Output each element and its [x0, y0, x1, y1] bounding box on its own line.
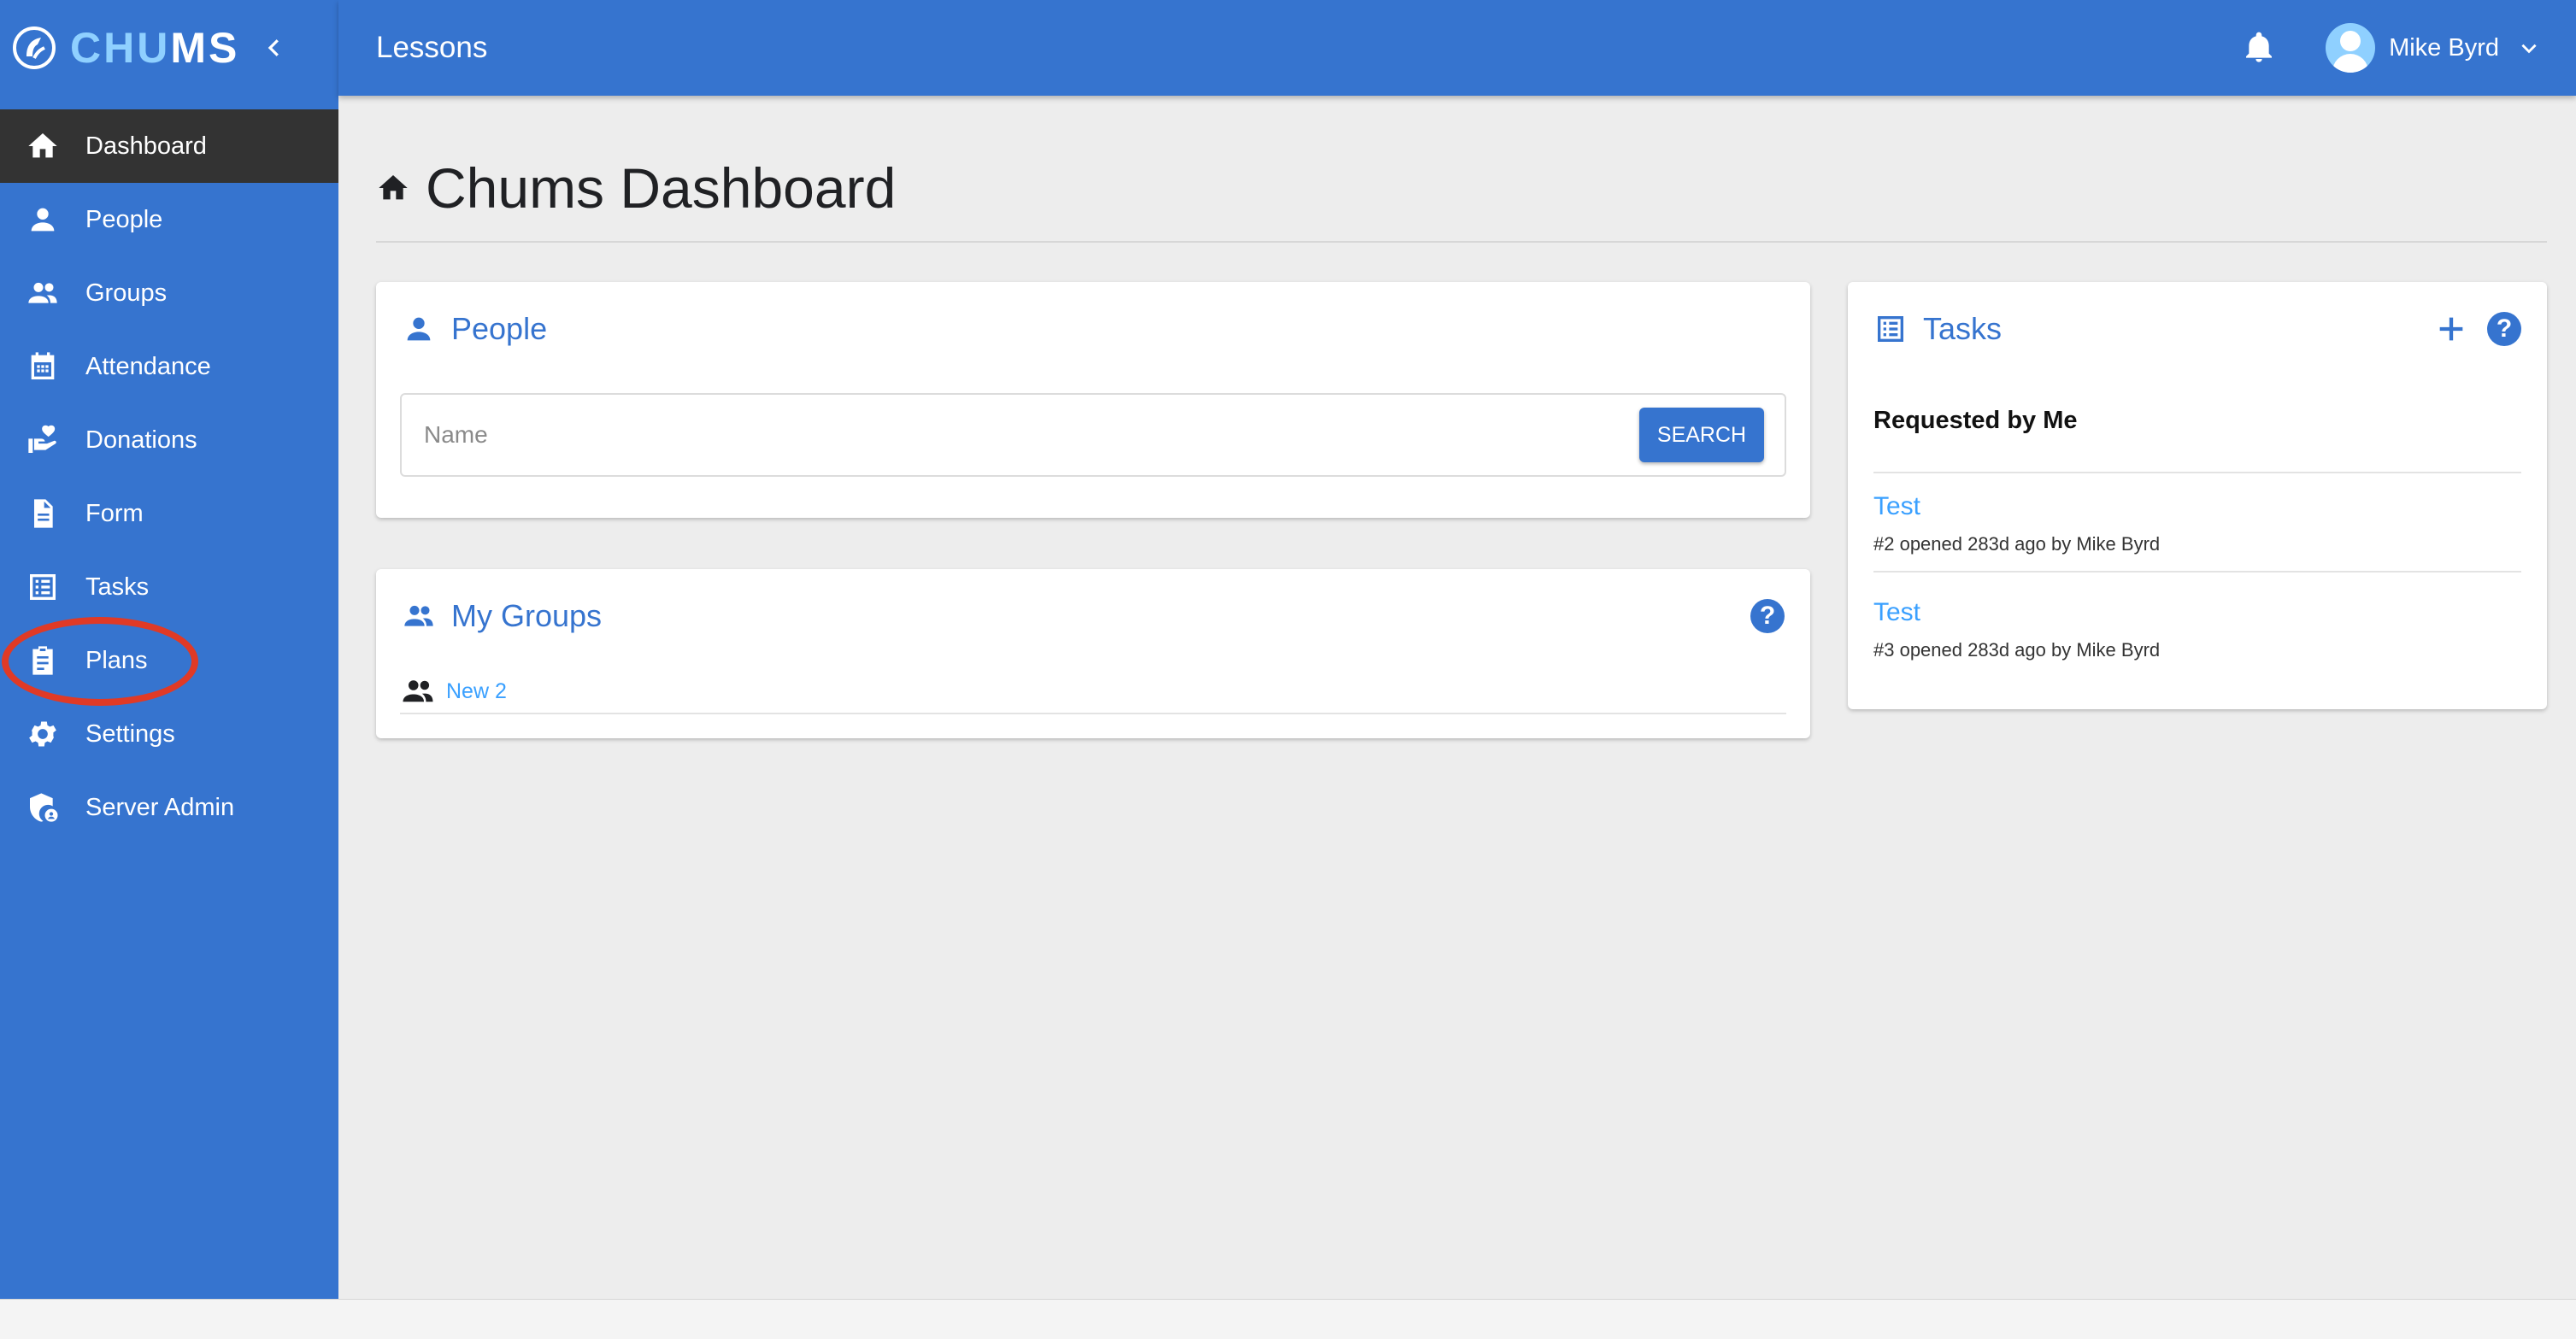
tasks-actions: ? [2434, 312, 2521, 346]
sidebar-item-label: People [85, 205, 163, 233]
list-item: Test #3 opened 283d ago by Mike Byrd [1873, 598, 2521, 661]
calendar-icon [26, 349, 60, 384]
sidebar-item-plans[interactable]: Plans [0, 624, 338, 697]
task-link[interactable]: Test [1873, 492, 2521, 521]
people-search-box: SEARCH [400, 393, 1786, 477]
name-search-input[interactable] [422, 420, 1639, 449]
my-groups-card: My Groups ? New 2 [376, 569, 1810, 738]
home-icon [26, 129, 60, 163]
notifications-bell-icon[interactable] [2242, 31, 2276, 65]
sidebar-item-attendance[interactable]: Attendance [0, 330, 338, 403]
sidebar-item-server-admin[interactable]: Server Admin [0, 771, 338, 844]
app-bar-title: Lessons [376, 31, 488, 64]
document-icon [26, 496, 60, 531]
chevron-down-icon [2521, 44, 2537, 54]
shield-admin-icon [26, 790, 60, 825]
list-icon [26, 570, 60, 604]
help-icon[interactable]: ? [2487, 312, 2521, 346]
sidebar-nav: Dashboard People Groups Attendance Donat… [0, 109, 338, 844]
tasks-subheading: Requested by Me [1873, 407, 2078, 434]
sidebar-item-label: Settings [85, 719, 175, 748]
group-icon [403, 680, 433, 702]
app-bar-actions: Mike Byrd [2242, 23, 2540, 73]
search-button[interactable]: SEARCH [1639, 408, 1764, 462]
list-item: Test #2 opened 283d ago by Mike Byrd [1873, 492, 2521, 573]
sidebar-item-label: Groups [85, 279, 168, 307]
task-meta: #2 opened 283d ago by Mike Byrd [1873, 533, 2161, 555]
sidebar-item-groups[interactable]: Groups [0, 256, 338, 330]
user-name: Mike Byrd [2389, 33, 2499, 62]
sidebar-item-label: Dashboard [85, 132, 207, 160]
user-menu[interactable]: Mike Byrd [2326, 23, 2540, 73]
person-icon [26, 203, 60, 237]
title-divider [376, 241, 2547, 243]
collapse-sidebar-chevron-icon[interactable] [262, 35, 287, 61]
sidebar-item-form[interactable]: Form [0, 477, 338, 550]
avatar [2326, 23, 2376, 73]
chums-logo-icon [13, 26, 56, 69]
my-groups-actions: ? [1750, 599, 1785, 633]
tasks-card: Tasks ? Requested by Me Test #2 opened 2… [1848, 282, 2547, 709]
donation-icon [26, 423, 60, 457]
sidebar-item-label: Server Admin [85, 793, 235, 821]
window-bottom-edge [0, 1299, 2576, 1339]
brand-logo-text: CHUMS [70, 24, 240, 72]
page-title: Chums Dashboard [376, 156, 896, 220]
sidebar-item-donations[interactable]: Donations [0, 403, 338, 477]
clipboard-icon [26, 643, 60, 678]
sidebar-item-label: Plans [85, 646, 148, 674]
sidebar-item-label: Attendance [85, 352, 211, 380]
gear-icon [26, 717, 60, 751]
task-link[interactable]: Test [1873, 598, 2521, 627]
tasks-card-header: Tasks ? [1848, 282, 2547, 376]
add-task-plus-icon[interactable] [2434, 312, 2468, 346]
group-link[interactable]: New 2 [446, 679, 507, 704]
sidebar-item-dashboard[interactable]: Dashboard [0, 109, 338, 183]
sidebar: CHUMS Dashboard People Groups Attendance… [0, 0, 338, 1299]
top-app-bar: Lessons Mike Byrd [338, 0, 2576, 96]
person-icon [407, 317, 431, 341]
sidebar-item-settings[interactable]: Settings [0, 697, 338, 771]
brand-header: CHUMS [0, 0, 338, 96]
sidebar-item-label: Tasks [85, 573, 150, 601]
my-groups-card-header: My Groups ? [376, 569, 1810, 663]
tasks-divider [1873, 472, 2521, 473]
people-card-header: People [376, 282, 1810, 376]
sidebar-item-label: Form [85, 499, 144, 527]
people-card-title: People [451, 311, 548, 346]
home-icon [379, 175, 408, 200]
task-meta: #3 opened 283d ago by Mike Byrd [1873, 639, 2161, 661]
my-groups-card-title: My Groups [451, 598, 603, 633]
group-icon [404, 605, 433, 626]
tasks-card-title: Tasks [1923, 311, 2003, 346]
page-title-text: Chums Dashboard [426, 156, 897, 220]
group-icon [26, 276, 60, 310]
task-divider [1873, 571, 2521, 573]
list-icon [1878, 316, 1903, 342]
help-icon[interactable]: ? [1750, 599, 1785, 633]
sidebar-item-label: Donations [85, 426, 197, 454]
sidebar-item-tasks[interactable]: Tasks [0, 550, 338, 624]
list-item: New 2 [400, 670, 1786, 714]
sidebar-item-people[interactable]: People [0, 183, 338, 256]
people-card: People SEARCH [376, 282, 1810, 518]
